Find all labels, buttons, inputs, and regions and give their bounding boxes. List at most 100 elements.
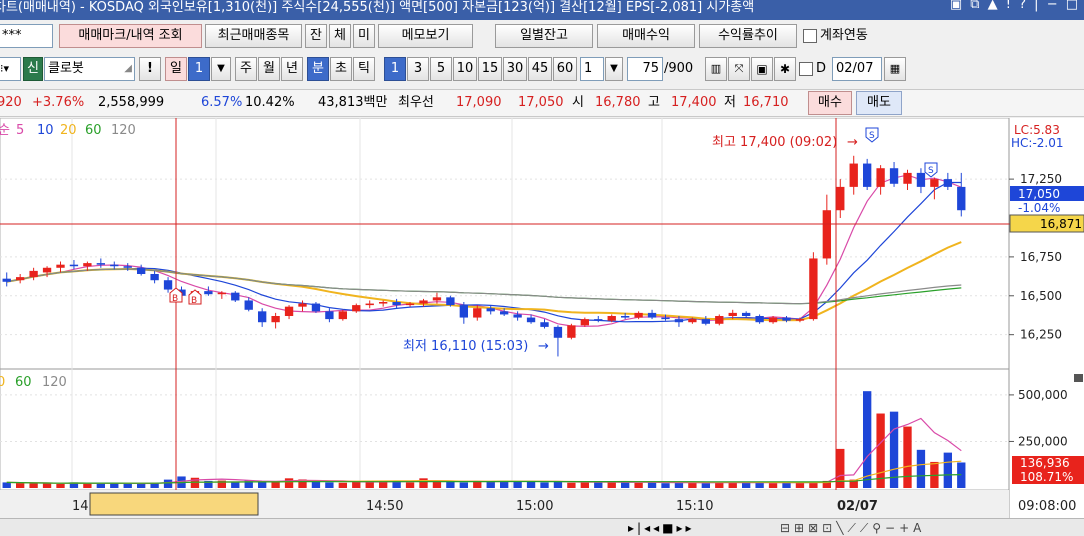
period-month-button[interactable]: 월 — [258, 57, 280, 81]
volume-value: 2,558,999 — [98, 95, 165, 110]
price-tick-label-3: 16,250 — [1020, 328, 1062, 342]
open-label: 시 — [572, 95, 584, 110]
sell-button[interactable]: 매도 — [856, 91, 902, 115]
ma-legend-prefix: 순 — [0, 123, 10, 138]
period-day-button[interactable]: 일 — [165, 57, 187, 81]
execution-button[interactable]: 체 — [329, 24, 351, 48]
volume-bar-23 — [311, 481, 321, 488]
candle-body-3 — [42, 267, 52, 273]
chart-panel[interactable]: 순 5 10 20 60 120 0 60 120 최고 17,400 (09:… — [0, 118, 1084, 518]
volume-bar-50 — [674, 482, 684, 488]
candle-body-30 — [405, 303, 415, 306]
vol-tick-label-0: 500,000 — [1018, 388, 1068, 402]
svg-text:S: S — [928, 166, 934, 176]
market-select[interactable]: ⁝▾ — [0, 57, 21, 81]
price-tick-label-2: 16,500 — [1020, 289, 1062, 303]
balance-button[interactable]: 잔 — [305, 24, 327, 48]
dropdown-corner-icon: ◢ — [124, 63, 132, 74]
volume-bar-4 — [56, 483, 65, 488]
interval-5-button[interactable]: 5 — [430, 57, 452, 81]
candle-53 — [715, 314, 724, 326]
volume-bar-57 — [768, 483, 778, 488]
trade-mark-button[interactable]: 매매마크/내역 조회 — [59, 24, 202, 48]
period-tick-button[interactable]: 틱 — [353, 57, 375, 81]
volume-bar-38 — [513, 481, 522, 488]
candle-body-59 — [795, 319, 805, 321]
buy-button[interactable]: 매수 — [808, 91, 852, 115]
candle-body-45 — [607, 316, 616, 321]
interval-45-button[interactable]: 45 — [528, 57, 552, 81]
ask-price: 17,090 — [456, 95, 502, 110]
playback-controls[interactable]: ▸|◂◂■▸▸ — [628, 519, 695, 536]
candle-body-0 — [2, 278, 11, 282]
volume-bar-65 — [876, 413, 885, 488]
info-button[interactable]: ! — [139, 57, 161, 81]
volume-bar-3 — [42, 483, 52, 488]
best-quote-label: 최우선 — [398, 95, 434, 110]
date-input[interactable]: 02/07 — [832, 57, 882, 81]
period-week-button[interactable]: 주 — [235, 57, 257, 81]
account-link-checkbox[interactable] — [803, 29, 817, 43]
volume-bar-49 — [661, 483, 670, 488]
candle-style-icon[interactable]: ▥ — [705, 57, 727, 81]
volume-bar-34 — [459, 482, 469, 488]
volume-bar-47 — [634, 482, 643, 488]
interval-3-button[interactable]: 3 — [407, 57, 429, 81]
recent-stocks-button[interactable]: 최근매매종목 — [205, 24, 302, 48]
candle-body-32 — [432, 297, 442, 301]
candle-body-11 — [150, 274, 159, 281]
period-second-button[interactable]: 초 — [330, 57, 352, 81]
crosshair-icon[interactable]: ⤧ — [728, 57, 750, 81]
candle-body-12 — [163, 280, 173, 290]
window-controls[interactable]: ▣ ⧉ ▲ ! ? | − □ — [950, 0, 1080, 12]
period-minute-button[interactable]: 분 — [307, 57, 329, 81]
volume-bar-17 — [231, 482, 240, 488]
daily-balance-button[interactable]: 일별잔고 — [495, 24, 593, 48]
candle-body-48 — [647, 312, 657, 318]
interval-30-button[interactable]: 30 — [503, 57, 527, 81]
interval-60-button[interactable]: 60 — [553, 57, 577, 81]
candle-body-54 — [728, 312, 737, 316]
drawing-tools[interactable]: ⊟⊞⊠⊡╲⟋⟋⚲−+A — [780, 519, 925, 536]
gear-icon[interactable]: ✱ — [774, 57, 796, 81]
candle-body-33 — [446, 297, 455, 306]
candle-33 — [446, 295, 455, 307]
credit-badge[interactable]: 신 — [23, 57, 43, 81]
candle-body-63 — [849, 163, 858, 187]
display-range-total: /900 — [664, 61, 694, 76]
calendar-icon[interactable]: ▦ — [884, 57, 906, 81]
day-count-dropdown-icon[interactable]: ▼ — [211, 57, 231, 81]
candle-body-53 — [715, 316, 724, 324]
period-year-button[interactable]: 년 — [281, 57, 303, 81]
time-label-date: 02/07 — [837, 499, 878, 514]
interval-1-button[interactable]: 1 — [384, 57, 406, 81]
interval-dropdown-icon[interactable]: ▼ — [605, 57, 623, 81]
stock-code-input[interactable]: *** — [0, 24, 53, 48]
interval-15-button[interactable]: 15 — [478, 57, 502, 81]
memo-button[interactable]: 메모보기 — [378, 24, 473, 48]
candle-body-37 — [499, 311, 509, 315]
unfilled-button[interactable]: 미 — [353, 24, 375, 48]
ma10-legend: 10 — [37, 123, 54, 138]
interval-10-button[interactable]: 10 — [453, 57, 477, 81]
volume-ticks: 500,000 250,000 — [1009, 388, 1068, 448]
profit-rate-button[interactable]: 수익률추이 — [699, 24, 797, 48]
volume-bar-26 — [352, 482, 361, 488]
candle-body-21 — [284, 306, 294, 316]
price-volume-chart[interactable]: 순 5 10 20 60 120 0 60 120 최고 17,400 (09:… — [0, 118, 1084, 518]
save-icon[interactable]: ▣ — [751, 57, 773, 81]
bid-price: 17,050 — [518, 95, 564, 110]
svg-text:S: S — [869, 131, 875, 141]
display-range-input[interactable]: 75 — [627, 57, 663, 81]
stock-name-input[interactable]: 클로봇 ◢ — [44, 57, 135, 81]
candle-body-34 — [459, 305, 469, 318]
trade-profit-button[interactable]: 매매수익 — [597, 24, 695, 48]
day-count-value[interactable]: 1 — [188, 57, 210, 81]
interval-count-input[interactable]: 1 — [580, 57, 604, 81]
candle-body-16 — [217, 292, 227, 295]
volume-bar-10 — [136, 483, 146, 488]
open-price: 16,780 — [595, 95, 641, 110]
vol-legend-prefix: 0 — [0, 375, 5, 390]
candle-body-25 — [338, 311, 348, 320]
date-checkbox[interactable] — [799, 62, 813, 76]
